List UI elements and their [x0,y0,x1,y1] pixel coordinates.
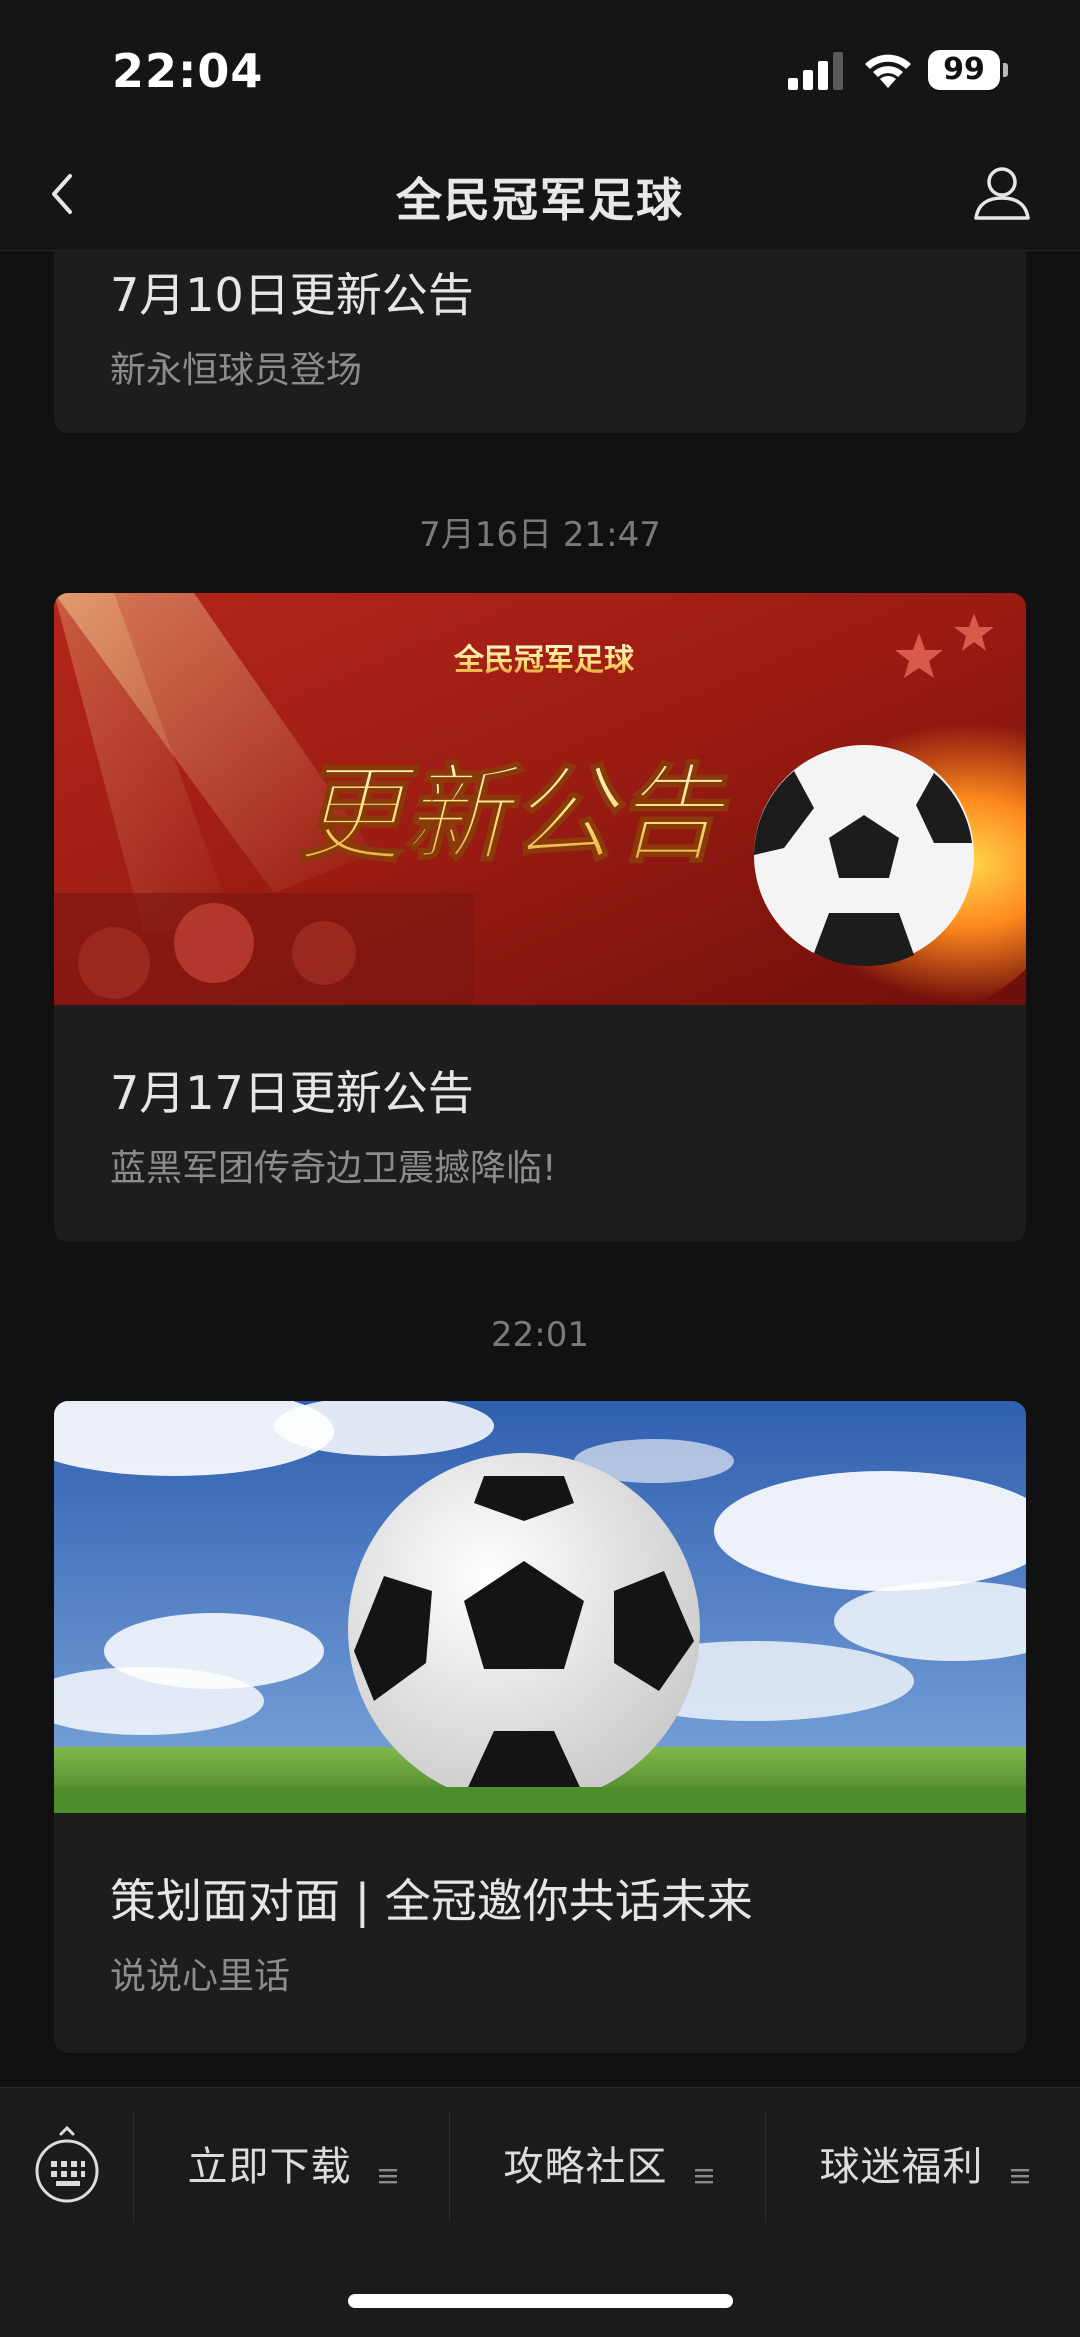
update-banner-graphic: 全民冠军足球 更新公告 [54,593,1026,1005]
timestamp: 22:01 [491,1315,589,1355]
menu-item-fan-benefits[interactable]: 球迷福利 [766,2112,1080,2222]
banner-logo: 全民冠军足球 [453,643,635,678]
menu-item-label: 球迷福利 [819,2144,984,2190]
card-title: 策划面对面 | 全冠邀你共话未来 [110,1874,753,1928]
card-title: 7月10日更新公告 [110,268,474,322]
nav-bar: 全民冠军足球 [0,140,1080,251]
home-indicator[interactable] [348,2294,733,2308]
menu-item-community[interactable]: 攻略社区 [450,2112,766,2222]
page-title: 全民冠军足球 [396,173,684,227]
cellular-signal-icon [788,52,843,90]
menu-lines-icon [1010,2168,1029,2183]
menu-item-download[interactable]: 立即下载 [134,2112,450,2222]
menu-item-label: 立即下载 [187,2144,352,2190]
wifi-icon [865,54,911,88]
status-time: 22:04 [112,44,264,98]
football-on-grass-graphic [54,1401,1026,1813]
person-icon[interactable] [970,160,1034,226]
card-subtitle: 说说心里话 [110,1956,291,1997]
message-card[interactable]: 全民冠军足球 更新公告 7月17日更新公告 蓝黑军团传奇边卫震撼降临! [54,593,1026,1242]
menu-lines-icon [378,2168,397,2183]
battery-indicator: 99 [928,50,1008,90]
timestamp: 7月16日 21:47 [419,515,661,555]
football-banner-image [54,1401,1026,1813]
battery-cap [1003,63,1008,77]
battery-level: 99 [943,52,985,87]
card-title: 7月17日更新公告 [110,1066,474,1120]
screen: 22:04 99 全民冠军足球 7月10日更新公告 新永恒球员登场 7月16日 … [0,0,1080,2337]
message-card[interactable]: 7月10日更新公告 新永恒球员登场 [54,251,1026,433]
card-subtitle: 新永恒球员登场 [110,350,363,391]
message-card[interactable]: 策划面对面 | 全冠邀你共话未来 说说心里话 [54,1401,1026,2053]
keyboard-icon[interactable] [32,2126,102,2206]
status-bar: 22:04 99 [0,0,1080,140]
card-subtitle: 蓝黑军团传奇边卫震撼降临! [110,1148,557,1189]
menu-lines-icon [694,2168,713,2183]
message-list[interactable]: 7月10日更新公告 新永恒球员登场 7月16日 21:47 全民冠军足球 更新公… [0,251,1080,2087]
update-banner-image: 全民冠军足球 更新公告 [54,593,1026,1005]
menu-item-label: 攻略社区 [503,2144,668,2190]
banner-headline: 更新公告 [297,753,730,876]
